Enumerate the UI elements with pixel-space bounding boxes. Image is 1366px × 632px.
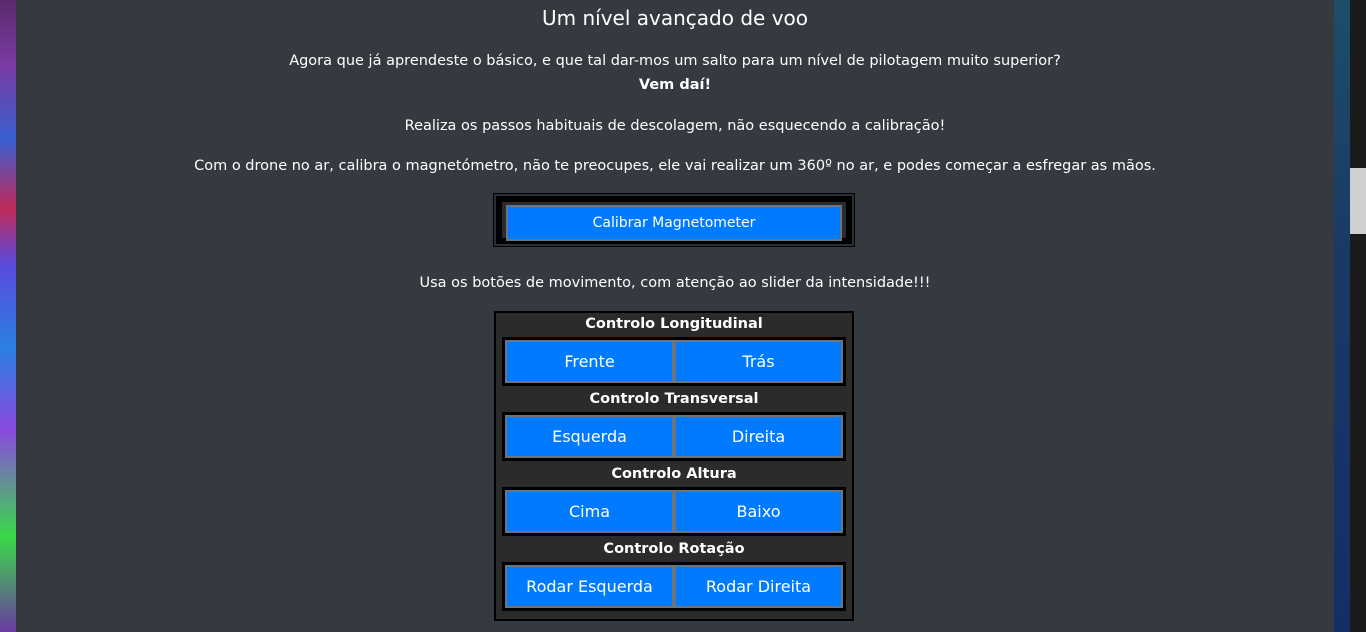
scrollbar-thumb[interactable] (1350, 168, 1366, 234)
left-button[interactable]: Esquerda (505, 415, 674, 458)
movement-text: Usa os botões de movimento, com atenção … (419, 275, 931, 291)
control-label-transversal: Controlo Transversal (589, 391, 759, 407)
down-button[interactable]: Baixo (674, 490, 843, 533)
control-row-altitude: Cima Baixo (502, 487, 846, 536)
forward-button[interactable]: Frente (505, 340, 674, 383)
control-label-rotation: Controlo Rotação (603, 541, 745, 557)
content-panel: Um nível avançado de voo Agora que já ap… (16, 0, 1334, 632)
control-row-longitudinal: Frente Trás (502, 337, 846, 386)
control-row-rotation: Rodar Esquerda Rodar Direita (502, 562, 846, 611)
background-right (1334, 0, 1350, 632)
up-button[interactable]: Cima (505, 490, 674, 533)
rotate-right-button[interactable]: Rodar Direita (674, 565, 843, 608)
calibrate-container: Calibrar Magnetometer (493, 193, 855, 247)
takeoff-text: Realiza os passos habituais de descolage… (404, 118, 946, 134)
calibrate-magnetometer-button[interactable]: Calibrar Magnetometer (506, 205, 842, 241)
intro-bold-text: Vem daí! (638, 77, 712, 93)
scrollbar[interactable] (1350, 0, 1366, 632)
control-label-longitudinal: Controlo Longitudinal (585, 316, 763, 332)
page-title: Um nível avançado de voo (542, 6, 808, 30)
control-row-transversal: Esquerda Direita (502, 412, 846, 461)
magnetometer-text: Com o drone no ar, calibra o magnetómetr… (194, 158, 1156, 174)
backward-button[interactable]: Trás (674, 340, 843, 383)
movement-controls: Controlo Longitudinal Frente Trás Contro… (494, 311, 854, 621)
control-label-altitude: Controlo Altura (611, 466, 737, 482)
background-left (0, 0, 16, 632)
intro-text: Agora que já aprendeste o básico, e que … (289, 53, 1061, 69)
right-button[interactable]: Direita (674, 415, 843, 458)
calibrate-inner: Calibrar Magnetometer (502, 202, 846, 241)
rotate-left-button[interactable]: Rodar Esquerda (505, 565, 674, 608)
